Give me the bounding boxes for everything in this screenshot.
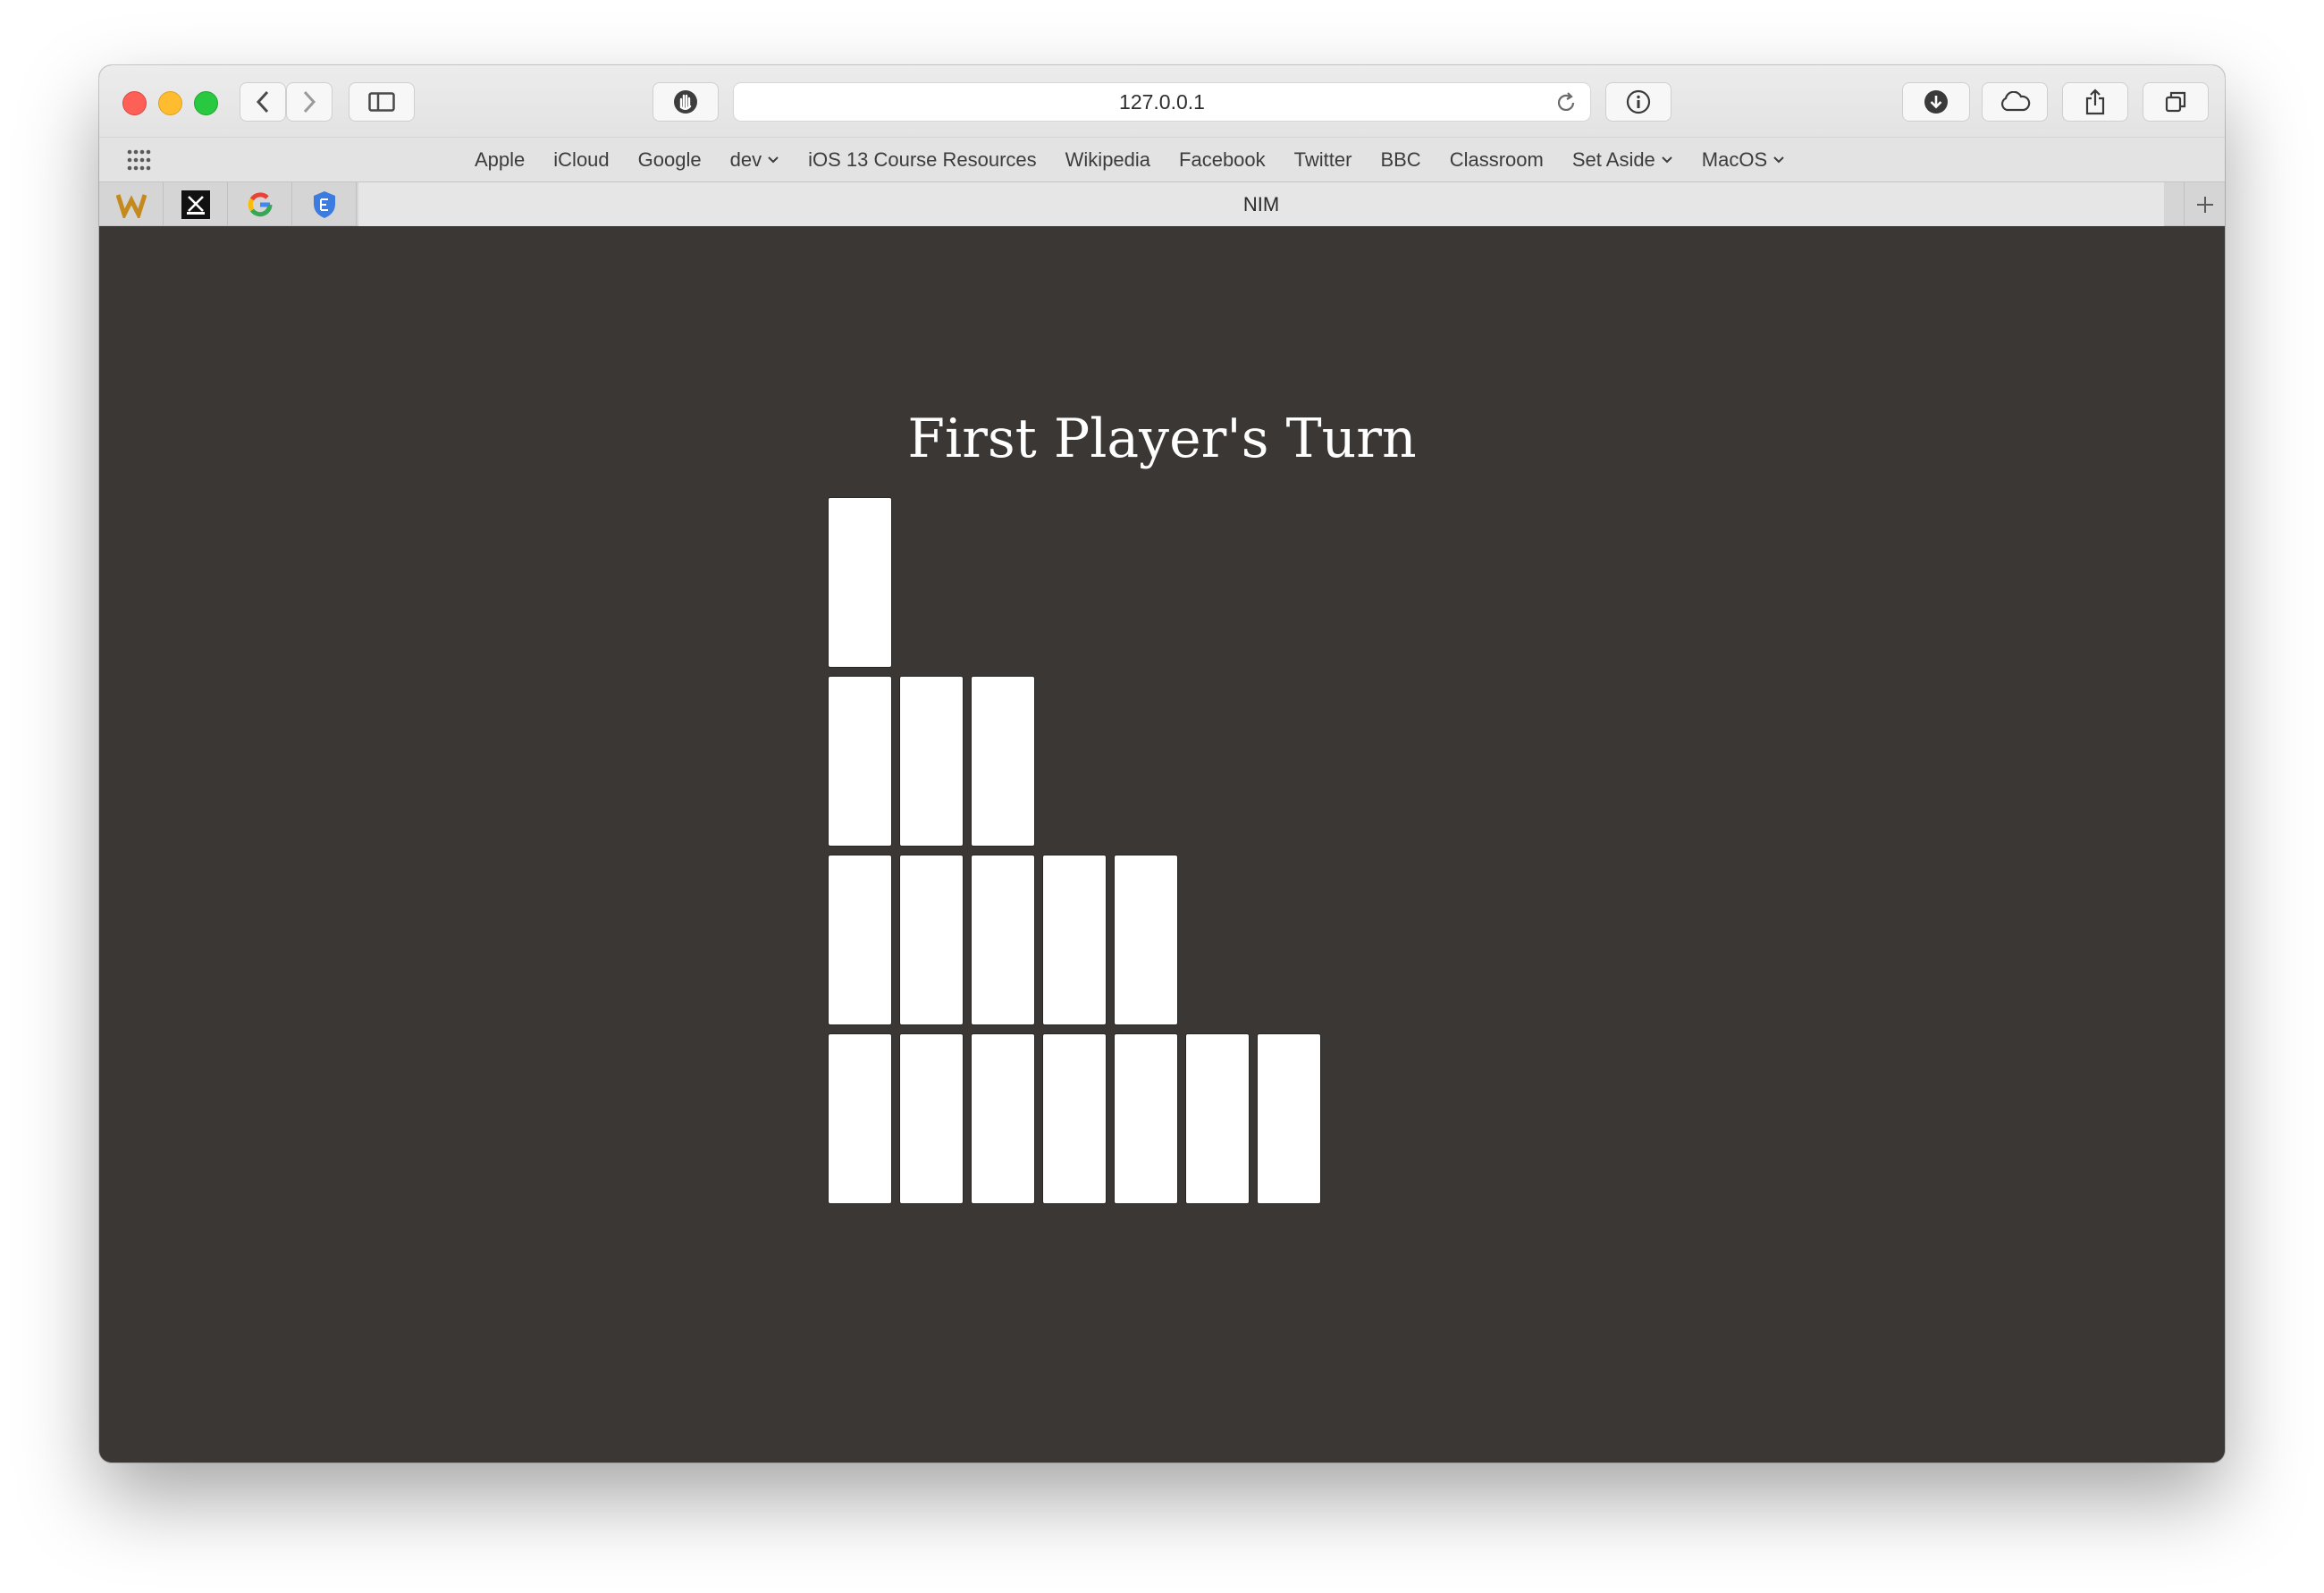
e-shield-icon <box>313 190 335 218</box>
bookmark-apple[interactable]: Apple <box>475 148 525 172</box>
chevron-down-icon <box>1662 156 1672 164</box>
nim-stick[interactable] <box>899 1033 964 1204</box>
bookmark-google[interactable]: Google <box>638 148 702 172</box>
bookmark-label: Google <box>637 148 702 171</box>
bookmark-dev[interactable]: dev <box>730 148 779 172</box>
bookmark-set-aside[interactable]: Set Aside <box>1572 148 1673 172</box>
bookmark-label: Apple <box>475 148 526 171</box>
sidebar-toggle-button[interactable] <box>349 82 415 122</box>
chevron-down-icon <box>1773 156 1784 164</box>
bookmark-wikipedia[interactable]: Wikipedia <box>1065 148 1150 172</box>
bookmark-label: BBC <box>1380 148 1421 171</box>
chevron-down-icon <box>768 156 779 164</box>
bookmark-label: iCloud <box>553 148 610 171</box>
nim-stick[interactable] <box>899 676 964 847</box>
info-icon <box>1626 89 1651 114</box>
browser-window: 127.0.0.1 Apple iCloud Google dev iOS 13 Cou <box>99 65 2225 1462</box>
bookmarks-list: Apple iCloud Google dev iOS 13 Course Resour… <box>475 138 1814 182</box>
bookmark-facebook[interactable]: Facebook <box>1179 148 1266 172</box>
w-logo-icon <box>115 193 147 218</box>
nim-stick[interactable] <box>1042 1033 1107 1204</box>
address-bar[interactable]: 127.0.0.1 <box>733 82 1591 122</box>
browser-toolbar: 127.0.0.1 <box>99 65 2225 137</box>
nim-stick[interactable] <box>828 676 892 847</box>
reload-icon[interactable] <box>1554 91 1578 114</box>
chevron-right-icon <box>303 90 316 114</box>
x-logo-icon <box>181 190 210 219</box>
site-info-button[interactable] <box>1605 82 1671 122</box>
privacy-report-button[interactable] <box>653 82 719 122</box>
zoom-window-button[interactable] <box>194 91 218 115</box>
page-content: First Player's Turn 11 11 0 11 1 12 2 4 <box>99 226 2225 1462</box>
icloud-tabs-button[interactable] <box>1982 82 2048 122</box>
tab-bar: NIM <box>99 181 2225 226</box>
nim-stick[interactable] <box>828 1033 892 1204</box>
bookmark-twitter[interactable]: Twitter <box>1294 148 1352 172</box>
favorites-bar: Apple iCloud Google dev iOS 13 Course Resour… <box>99 137 2225 182</box>
nim-stick[interactable] <box>1042 855 1107 1025</box>
close-window-button[interactable] <box>122 91 147 115</box>
bookmark-macos[interactable]: MacOS <box>1702 148 1785 172</box>
minimize-window-button[interactable] <box>158 91 182 115</box>
bookmark-label: Twitter <box>1293 148 1352 171</box>
pinned-tab-w[interactable] <box>99 182 164 226</box>
nim-stick[interactable] <box>971 1033 1035 1204</box>
nim-stick[interactable] <box>971 676 1035 847</box>
tab-title: NIM <box>1242 192 1280 215</box>
pinned-tab-x[interactable] <box>164 182 228 226</box>
bookmark-label: iOS 13 Course Resources <box>808 148 1037 171</box>
sidebar-icon <box>368 92 395 112</box>
hand-shield-icon <box>674 90 697 114</box>
bookmark-label: Classroom <box>1449 148 1544 171</box>
nim-stick[interactable] <box>828 497 892 668</box>
pinned-tab-google[interactable] <box>228 182 292 226</box>
nim-stick[interactable] <box>1114 1033 1178 1204</box>
bookmark-bbc[interactable]: BBC <box>1380 148 1420 172</box>
new-tab-button[interactable] <box>2184 182 2225 226</box>
bookmark-icloud[interactable]: iCloud <box>553 148 609 172</box>
nim-stick[interactable] <box>828 855 892 1025</box>
share-button[interactable] <box>2062 82 2128 122</box>
nim-stick[interactable] <box>971 855 1035 1025</box>
bookmark-label: Wikipedia <box>1065 148 1151 171</box>
bookmark-label: dev <box>729 148 762 171</box>
bookmark-label: Facebook <box>1179 148 1266 171</box>
bookmark-classroom[interactable]: Classroom <box>1450 148 1544 172</box>
download-icon <box>1924 90 1948 114</box>
chevron-left-icon <box>256 90 269 114</box>
nim-stick[interactable] <box>899 855 964 1025</box>
back-button[interactable] <box>240 82 286 122</box>
tab-nim[interactable]: NIM <box>358 182 2164 226</box>
bookmark-label: Set Aside <box>1571 148 1655 171</box>
tabs-icon <box>2165 91 2186 113</box>
url-text: 127.0.0.1 <box>1119 89 1205 114</box>
pinned-tab-e[interactable] <box>292 182 357 226</box>
grid-icon[interactable] <box>126 148 153 172</box>
tab-overview-button[interactable] <box>2143 82 2209 122</box>
turn-heading: First Player's Turn <box>907 408 1417 470</box>
downloads-button[interactable] <box>1902 82 1970 122</box>
bookmark-label: MacOS <box>1701 148 1768 171</box>
cloud-icon <box>2000 91 2031 112</box>
nim-stick[interactable] <box>1114 855 1178 1025</box>
nim-stick[interactable] <box>1257 1033 1321 1204</box>
plus-icon <box>2196 196 2213 213</box>
share-icon <box>2085 88 2105 115</box>
bookmark-ios-13-course-resources[interactable]: iOS 13 Course Resources <box>808 148 1037 172</box>
forward-button[interactable] <box>286 82 333 122</box>
nim-stick[interactable] <box>1185 1033 1250 1204</box>
google-logo-icon <box>248 191 272 216</box>
